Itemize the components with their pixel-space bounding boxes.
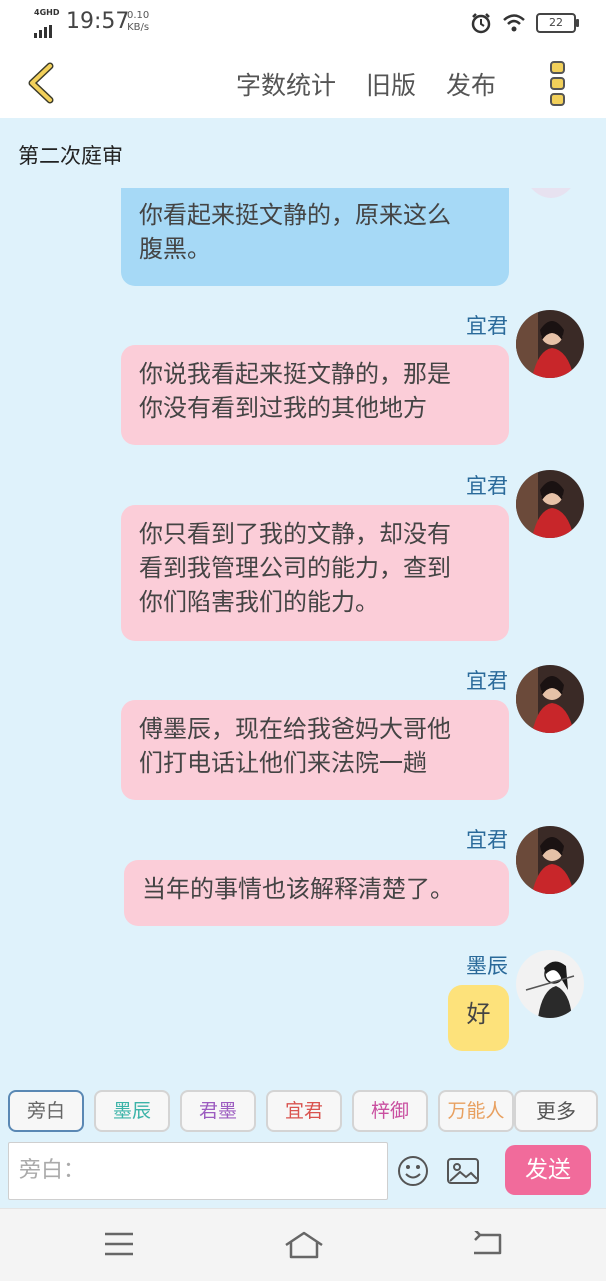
publish-button[interactable]: 发布 <box>446 66 496 102</box>
avatar-image-yijun <box>516 826 584 894</box>
avatar[interactable] <box>516 310 584 378</box>
signal-icon <box>34 19 54 38</box>
chapter-title: 第二次庭审 <box>18 144 123 168</box>
role-selector: 旁白 墨辰 君墨 宜君 梓御 万能人 <box>8 1090 516 1136</box>
menu-lines-icon[interactable] <box>103 1231 135 1257</box>
wifi-icon <box>503 14 525 32</box>
role-chip-junmo[interactable]: 君墨 <box>180 1090 256 1132</box>
editor-header: 字数统计 旧版 发布 <box>0 46 606 118</box>
emoji-icon[interactable] <box>396 1154 430 1188</box>
message-text-line: 腹黑。 <box>139 235 211 263</box>
sender-name: 宜君 <box>466 828 508 852</box>
image-icon[interactable] <box>446 1156 480 1186</box>
back-arrow-icon[interactable] <box>470 1231 504 1257</box>
message-text-line: 好 <box>466 1000 491 1028</box>
avatar-image-yijun <box>516 470 584 538</box>
message-text-line: 傅墨辰，现在给我爸妈大哥他 <box>139 715 451 743</box>
message-text-line: 你没有看到过我的其他地方 <box>139 394 427 422</box>
role-chip-ziyu[interactable]: 梓御 <box>352 1090 428 1132</box>
message-text-line: 你只看到了我的文静，却没有 <box>139 520 451 548</box>
sender-name: 宜君 <box>466 474 508 498</box>
message-text-line: 们打电话让他们来法院一趟 <box>139 749 427 777</box>
chevron-left-icon[interactable] <box>22 62 62 104</box>
alarm-icon <box>471 13 491 34</box>
message-bubble[interactable]: 你只看到了我的文静，却没有 看到我管理公司的能力，查到 你们陷害我们的能力。 <box>121 505 509 641</box>
system-nav-bar <box>0 1208 606 1281</box>
avatar[interactable] <box>516 470 584 538</box>
sender-name: 墨辰 <box>466 954 508 978</box>
avatar-image-yijun <box>516 310 584 378</box>
message-input[interactable]: 旁白： <box>8 1142 388 1200</box>
compose-panel: 旁白 墨辰 君墨 宜君 梓御 万能人 更多 旁白： 发送 <box>0 1068 606 1208</box>
avatar-image-yijun <box>516 665 584 733</box>
send-button[interactable]: 发送 <box>505 1145 591 1195</box>
avatar[interactable] <box>516 826 584 894</box>
header-actions: 字数统计 旧版 发布 <box>236 66 496 102</box>
message-bubble[interactable]: 傅墨辰，现在给我爸妈大哥他 们打电话让他们来法院一趟 <box>121 700 509 800</box>
network-speed: 0.10 KB/s <box>127 10 149 34</box>
speed-unit: KB/s <box>127 22 150 33</box>
avatar-image-mochen <box>516 950 584 1018</box>
message-bubble[interactable]: 好 <box>448 985 509 1051</box>
message-text-line: 你看起来挺文静的，原来这么 <box>139 201 451 229</box>
role-chip-narrator[interactable]: 旁白 <box>8 1090 84 1132</box>
speed-value: 0.10 <box>127 10 150 21</box>
avatar[interactable] <box>516 950 584 1018</box>
battery-level: 22 <box>549 16 563 29</box>
message-bubble[interactable]: 你说我看起来挺文静的，那是 你没有看到过我的其他地方 <box>121 345 509 445</box>
status-bar: 4GHD 19:57 0.10 KB/s 22 <box>0 0 606 46</box>
sender-name: 宜君 <box>466 669 508 693</box>
clock-time: 19:57 <box>66 9 130 34</box>
more-roles-button[interactable]: 更多 <box>514 1090 598 1132</box>
role-chip-mochen[interactable]: 墨辰 <box>94 1090 170 1132</box>
vertical-dots-icon[interactable] <box>548 60 568 106</box>
network-type: 4GHD <box>34 8 60 17</box>
home-icon[interactable] <box>284 1231 324 1259</box>
message-text-line: 你们陷害我们的能力。 <box>139 588 379 616</box>
avatar[interactable] <box>516 665 584 733</box>
chapter-title-bar: 第二次庭审 <box>0 118 606 188</box>
old-version-button[interactable]: 旧版 <box>366 66 416 102</box>
sender-name: 宜君 <box>466 314 508 338</box>
word-count-button[interactable]: 字数统计 <box>236 66 336 102</box>
role-chip-wannengren[interactable]: 万能人 <box>438 1090 514 1132</box>
battery-icon: 22 <box>536 13 579 33</box>
status-icons: 22 <box>470 12 579 34</box>
message-text-line: 你说我看起来挺文静的，那是 <box>139 360 451 388</box>
message-bubble[interactable]: 你看起来挺文静的，原来这么 腹黑。 <box>121 172 509 286</box>
message-text-line: 当年的事情也该解释清楚了。 <box>142 875 454 903</box>
chat-area[interactable]: 你看起来挺文静的，原来这么 腹黑。 第二次庭审 宜君 你说我看起来挺文静的，那是… <box>0 118 606 1068</box>
message-text-line: 看到我管理公司的能力，查到 <box>139 554 451 582</box>
message-bubble[interactable]: 当年的事情也该解释清楚了。 <box>124 860 509 926</box>
role-chip-yijun[interactable]: 宜君 <box>266 1090 342 1132</box>
